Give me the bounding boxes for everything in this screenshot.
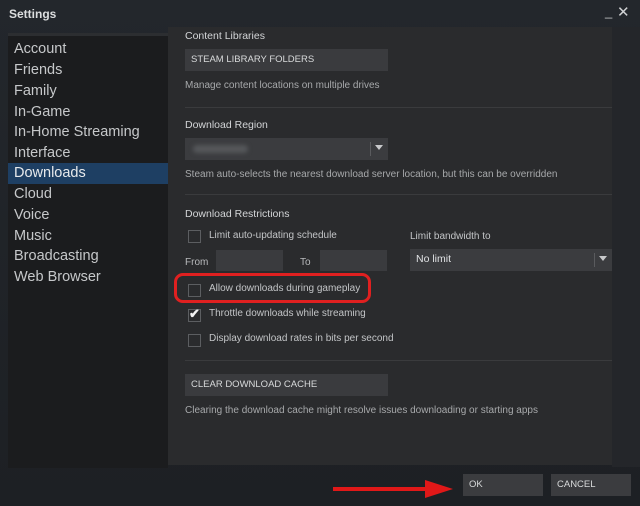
download-restrictions-heading: Download Restrictions	[185, 208, 290, 220]
from-label: From	[185, 257, 209, 268]
close-button[interactable]: ✕	[617, 3, 630, 21]
select-separator	[370, 142, 371, 156]
download-region-select[interactable]	[185, 138, 388, 160]
steam-library-folders-button[interactable]: STEAM LIBRARY FOLDERS	[185, 49, 388, 71]
bandwidth-limit-select[interactable]: No limit	[410, 249, 612, 271]
cancel-button[interactable]: CANCEL	[551, 474, 631, 496]
from-time-input[interactable]	[216, 250, 283, 271]
limit-bandwidth-label: Limit bandwidth to	[410, 231, 491, 242]
checkmark-icon: ✔	[189, 306, 200, 321]
clear-download-cache-button[interactable]: CLEAR DOWNLOAD CACHE	[185, 374, 388, 396]
chevron-down-icon	[599, 256, 607, 261]
divider	[185, 194, 612, 195]
bits-per-second-checkbox[interactable]	[188, 334, 201, 347]
settings-sidebar: Account Friends Family In-Game In-Home S…	[8, 33, 168, 468]
throttle-downloads-label: Throttle downloads while streaming	[209, 308, 366, 319]
sidebar-item-family[interactable]: Family	[8, 81, 168, 102]
sidebar-item-web-browser[interactable]: Web Browser	[8, 267, 168, 288]
sidebar-item-cloud[interactable]: Cloud	[8, 184, 168, 205]
sidebar-item-in-game[interactable]: In-Game	[8, 102, 168, 123]
sidebar-item-interface[interactable]: Interface	[8, 143, 168, 164]
sidebar-item-in-home-streaming[interactable]: In-Home Streaming	[8, 122, 168, 143]
sidebar-item-friends[interactable]: Friends	[8, 60, 168, 81]
red-arrow-icon	[333, 487, 428, 491]
limit-schedule-checkbox[interactable]	[188, 230, 201, 243]
window-title: Settings	[9, 7, 57, 21]
downloads-panel: Content Libraries STEAM LIBRARY FOLDERS …	[168, 27, 612, 465]
limit-schedule-label: Limit auto-updating schedule	[209, 230, 337, 241]
minimize-button[interactable]: _	[605, 4, 612, 19]
content-libraries-heading: Content Libraries	[185, 30, 265, 42]
sidebar-item-music[interactable]: Music	[8, 226, 168, 247]
throttle-downloads-checkbox[interactable]: ✔	[188, 306, 201, 322]
download-region-description: Steam auto-selects the nearest download …	[185, 169, 558, 180]
settings-window: Settings _ ✕ Account Friends Family In-G…	[0, 0, 640, 506]
arrow-head-icon	[425, 480, 453, 498]
bandwidth-limit-value: No limit	[416, 253, 452, 265]
bits-per-second-label: Display download rates in bits per secon…	[209, 333, 394, 344]
clear-cache-description: Clearing the download cache might resolv…	[185, 405, 538, 416]
ok-button[interactable]: OK	[463, 474, 543, 496]
select-separator	[594, 253, 595, 267]
sidebar-item-downloads[interactable]: Downloads	[8, 163, 168, 184]
panel-edge	[612, 27, 640, 467]
title-bar[interactable]: Settings _ ✕	[0, 0, 640, 28]
sidebar-item-voice[interactable]: Voice	[8, 205, 168, 226]
sidebar-item-broadcasting[interactable]: Broadcasting	[8, 246, 168, 267]
to-label: To	[300, 257, 311, 268]
to-time-input[interactable]	[320, 250, 387, 271]
content-libraries-description: Manage content locations on multiple dri…	[185, 80, 380, 91]
divider	[185, 107, 612, 108]
chevron-down-icon	[375, 145, 383, 150]
highlight-annotation	[174, 273, 371, 303]
download-region-heading: Download Region	[185, 119, 268, 131]
divider	[185, 360, 612, 361]
download-region-value	[193, 145, 248, 153]
sidebar-item-account[interactable]: Account	[8, 39, 168, 60]
